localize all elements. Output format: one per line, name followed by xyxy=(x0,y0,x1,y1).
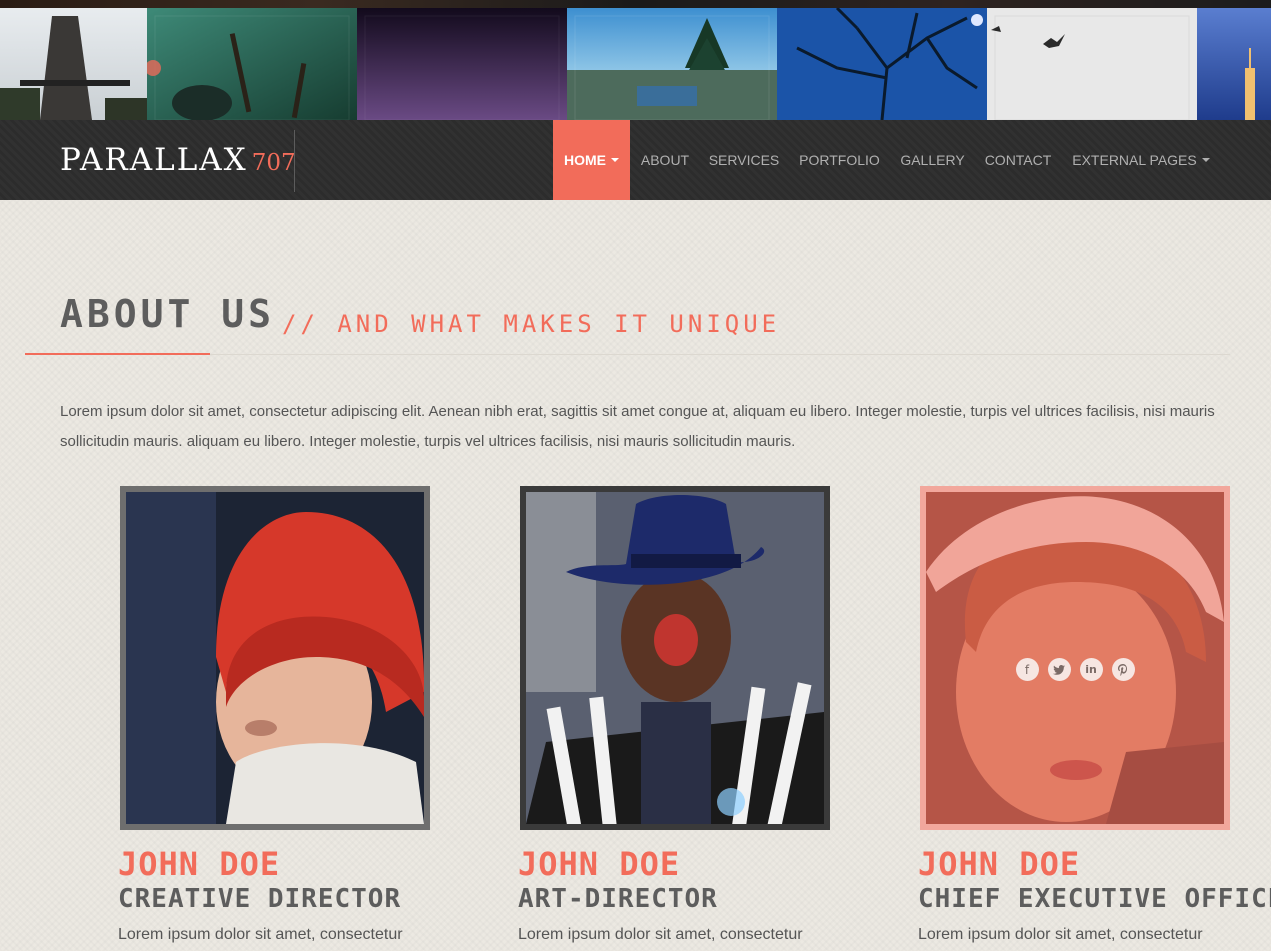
header-banner xyxy=(0,0,1271,120)
banner-tile-windmill xyxy=(0,8,147,120)
team-member-bio: Lorem ipsum dolor sit amet, consectetur xyxy=(518,926,803,943)
nav-item-label: SERVICES xyxy=(708,152,780,168)
team-member-name: JOHN DOE xyxy=(518,845,681,883)
banner-tile-tree xyxy=(777,8,987,120)
twitter-icon[interactable] xyxy=(1047,658,1071,681)
nav-item-label: PORTFOLIO xyxy=(799,152,880,168)
banner-tile-purple xyxy=(357,8,567,120)
brand-logo[interactable]: PARALLAX 707 xyxy=(60,142,296,182)
team-member-name: JOHN DOE xyxy=(118,845,281,883)
nav-item-label: HOME xyxy=(564,152,606,168)
nav-item-label: GALLERY xyxy=(900,152,965,168)
about-intro-text: Lorem ipsum dolor sit amet, consectetur … xyxy=(60,403,1215,450)
caret-down-icon xyxy=(611,158,619,162)
team-member-name: JOHN DOE xyxy=(918,845,1081,883)
team-photo-1[interactable] xyxy=(120,486,430,830)
linkedin-icon[interactable]: in xyxy=(1079,658,1103,681)
nav-item-label: CONTACT xyxy=(984,152,1052,168)
nav-item-label: EXTERNAL PAGES xyxy=(1072,152,1197,168)
nav-item-gallery[interactable]: GALLERY xyxy=(891,120,974,200)
team-photo-3[interactable]: f in xyxy=(920,486,1230,830)
nav-item-about[interactable]: ABOUT xyxy=(630,120,700,200)
team-photo-2[interactable] xyxy=(520,486,830,830)
banner-top-strip xyxy=(0,0,1271,8)
caret-down-icon xyxy=(1201,158,1210,162)
section-subtitle: // AND WHAT MAKES IT UNIQUE xyxy=(282,310,781,338)
title-accent-bar xyxy=(25,353,210,355)
banner-tile-bird xyxy=(987,8,1197,120)
section-title: ABOUT US xyxy=(60,292,276,336)
team-member-bio: Lorem ipsum dolor sit amet, consectetur xyxy=(118,926,403,943)
team-member-role: CREATIVE DIRECTOR xyxy=(118,884,402,914)
brand-divider xyxy=(294,130,295,192)
social-links: f in xyxy=(926,658,1224,681)
nav-item-services[interactable]: SERVICES xyxy=(700,120,788,200)
banner-tile-city xyxy=(1197,8,1271,120)
team-member-role: ART-DIRECTOR xyxy=(518,884,718,914)
brand-name: PARALLAX xyxy=(60,142,248,178)
team-member-role: CHIEF EXECUTIVE OFFICER xyxy=(918,884,1271,914)
nav-item-external-pages[interactable]: EXTERNAL PAGES xyxy=(1062,120,1220,200)
nav-item-contact[interactable]: CONTACT xyxy=(974,120,1062,200)
brand-number: 707 xyxy=(251,150,296,176)
nav-item-label: ABOUT xyxy=(640,152,690,168)
nav-item-home[interactable]: HOME xyxy=(553,120,630,200)
banner-tile-landscape xyxy=(567,8,777,120)
banner-tile-teal xyxy=(147,8,357,120)
facebook-icon[interactable]: f xyxy=(1015,658,1039,681)
team-member-bio: Lorem ipsum dolor sit amet, consectetur xyxy=(918,926,1203,943)
nav-item-portfolio[interactable]: PORTFOLIO xyxy=(788,120,891,200)
pinterest-icon[interactable] xyxy=(1111,658,1135,681)
